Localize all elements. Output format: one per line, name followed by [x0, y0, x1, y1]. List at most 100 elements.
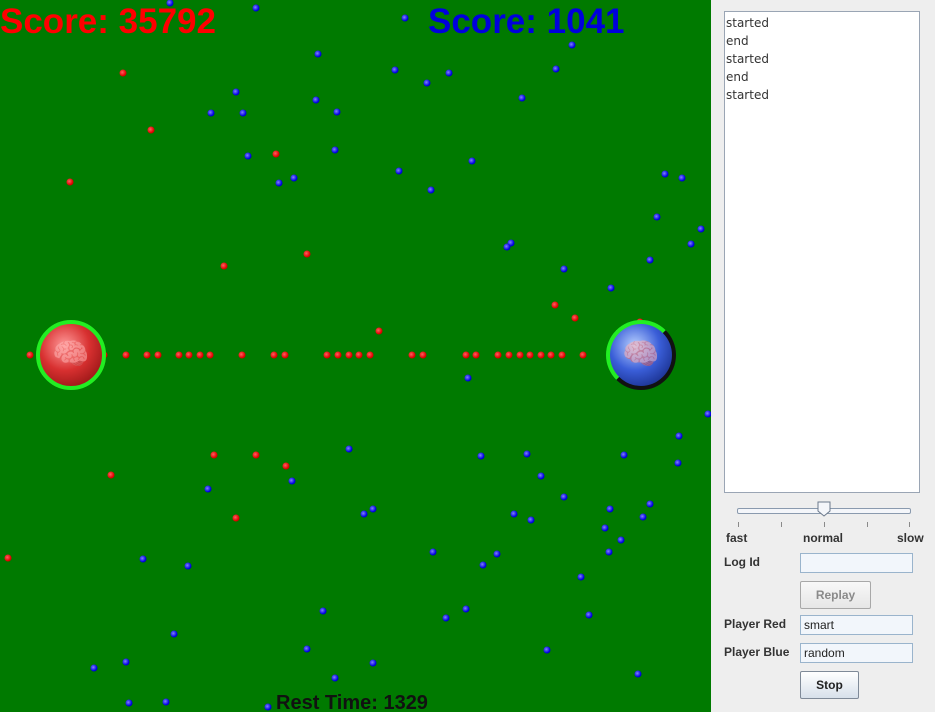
- blue-unit: [646, 256, 654, 264]
- blue-unit: [331, 146, 339, 154]
- slider-tick: [909, 522, 910, 527]
- blue-unit: [675, 432, 683, 440]
- red-unit: [107, 471, 115, 479]
- log-line: started: [726, 52, 769, 66]
- red-unit: [323, 351, 331, 359]
- red-unit: [281, 351, 289, 359]
- blue-unit: [468, 157, 476, 165]
- blue-unit: [90, 664, 98, 672]
- red-unit: [154, 351, 162, 359]
- red-base: 🧠: [36, 320, 106, 390]
- red-unit: [143, 351, 151, 359]
- log-list[interactable]: started end started end started: [724, 11, 920, 493]
- slider-tick: [781, 522, 782, 527]
- blue-base: 🧠: [606, 320, 676, 390]
- red-unit: [472, 351, 480, 359]
- blue-unit: [312, 96, 320, 104]
- log-line: started: [726, 16, 769, 30]
- blue-unit: [518, 94, 526, 102]
- blue-unit: [606, 505, 614, 513]
- red-unit: [516, 351, 524, 359]
- log-id-label: Log Id: [724, 555, 760, 569]
- blue-unit: [314, 50, 322, 58]
- speed-slider-thumb[interactable]: [817, 501, 831, 517]
- blue-unit: [288, 477, 296, 485]
- blue-unit: [401, 14, 409, 22]
- blue-unit: [617, 536, 625, 544]
- red-brain-icon: 🧠: [52, 337, 90, 372]
- red-unit: [282, 462, 290, 470]
- red-unit: [232, 514, 240, 522]
- red-unit: [547, 351, 555, 359]
- blue-unit: [303, 645, 311, 653]
- blue-unit: [423, 79, 431, 87]
- blue-unit: [605, 548, 613, 556]
- red-unit: [303, 250, 311, 258]
- slider-tick: [867, 522, 868, 527]
- blue-unit: [639, 513, 647, 521]
- player-blue-field[interactable]: random: [800, 643, 913, 663]
- slider-tick: [824, 522, 825, 527]
- blue-unit: [653, 213, 661, 221]
- control-panel: started end started end started fast nor…: [711, 0, 935, 712]
- blue-unit: [510, 510, 518, 518]
- red-unit: [345, 351, 353, 359]
- blue-unit: [477, 452, 485, 460]
- red-unit: [122, 351, 130, 359]
- blue-unit: [479, 561, 487, 569]
- blue-unit: [585, 611, 593, 619]
- blue-brain-icon: 🧠: [622, 337, 660, 372]
- blue-unit: [204, 485, 212, 493]
- blue-unit: [607, 284, 615, 292]
- red-unit: [272, 150, 280, 158]
- blue-unit: [275, 179, 283, 187]
- blue-unit: [697, 225, 705, 233]
- blue-unit: [462, 605, 470, 613]
- blue-unit: [687, 240, 695, 248]
- blue-unit: [264, 703, 272, 711]
- log-id-input[interactable]: [800, 553, 913, 573]
- red-unit: [270, 351, 278, 359]
- blue-unit: [560, 493, 568, 501]
- blue-unit: [369, 505, 377, 513]
- red-unit: [210, 451, 218, 459]
- log-line: end: [726, 70, 749, 84]
- player-blue-label: Player Blue: [724, 645, 790, 659]
- blue-unit: [122, 658, 130, 666]
- red-unit: [119, 69, 127, 77]
- red-unit: [220, 262, 228, 270]
- blue-unit: [319, 607, 327, 615]
- blue-unit: [543, 646, 551, 654]
- player-red-label: Player Red: [724, 617, 787, 631]
- speed-normal-label: normal: [803, 531, 844, 545]
- blue-unit: [395, 167, 403, 175]
- stop-button[interactable]: Stop: [800, 671, 859, 699]
- blue-unit: [464, 374, 472, 382]
- blue-unit: [345, 445, 353, 453]
- blue-unit: [568, 41, 576, 49]
- player-red-field[interactable]: smart: [800, 615, 913, 635]
- blue-unit: [601, 524, 609, 532]
- log-line: started: [726, 88, 769, 102]
- red-unit: [206, 351, 214, 359]
- blue-score: Score: 1041: [428, 2, 625, 41]
- red-unit: [4, 554, 12, 562]
- blue-unit: [125, 699, 133, 707]
- blue-unit: [678, 174, 686, 182]
- speed-fast-label: fast: [726, 531, 748, 545]
- blue-unit: [427, 186, 435, 194]
- blue-unit: [139, 555, 147, 563]
- red-unit: [579, 351, 587, 359]
- red-unit: [147, 126, 155, 134]
- red-unit: [558, 351, 566, 359]
- red-unit: [252, 451, 260, 459]
- game-field: Score: 35792 Score: 1041 🧠 🧠 Rest Time: …: [0, 0, 711, 712]
- blue-unit: [244, 152, 252, 160]
- blue-unit: [331, 674, 339, 682]
- blue-unit: [577, 573, 585, 581]
- replay-button[interactable]: Replay: [800, 581, 871, 609]
- red-unit: [238, 351, 246, 359]
- blue-unit: [552, 65, 560, 73]
- blue-unit: [162, 698, 170, 706]
- red-unit: [175, 351, 183, 359]
